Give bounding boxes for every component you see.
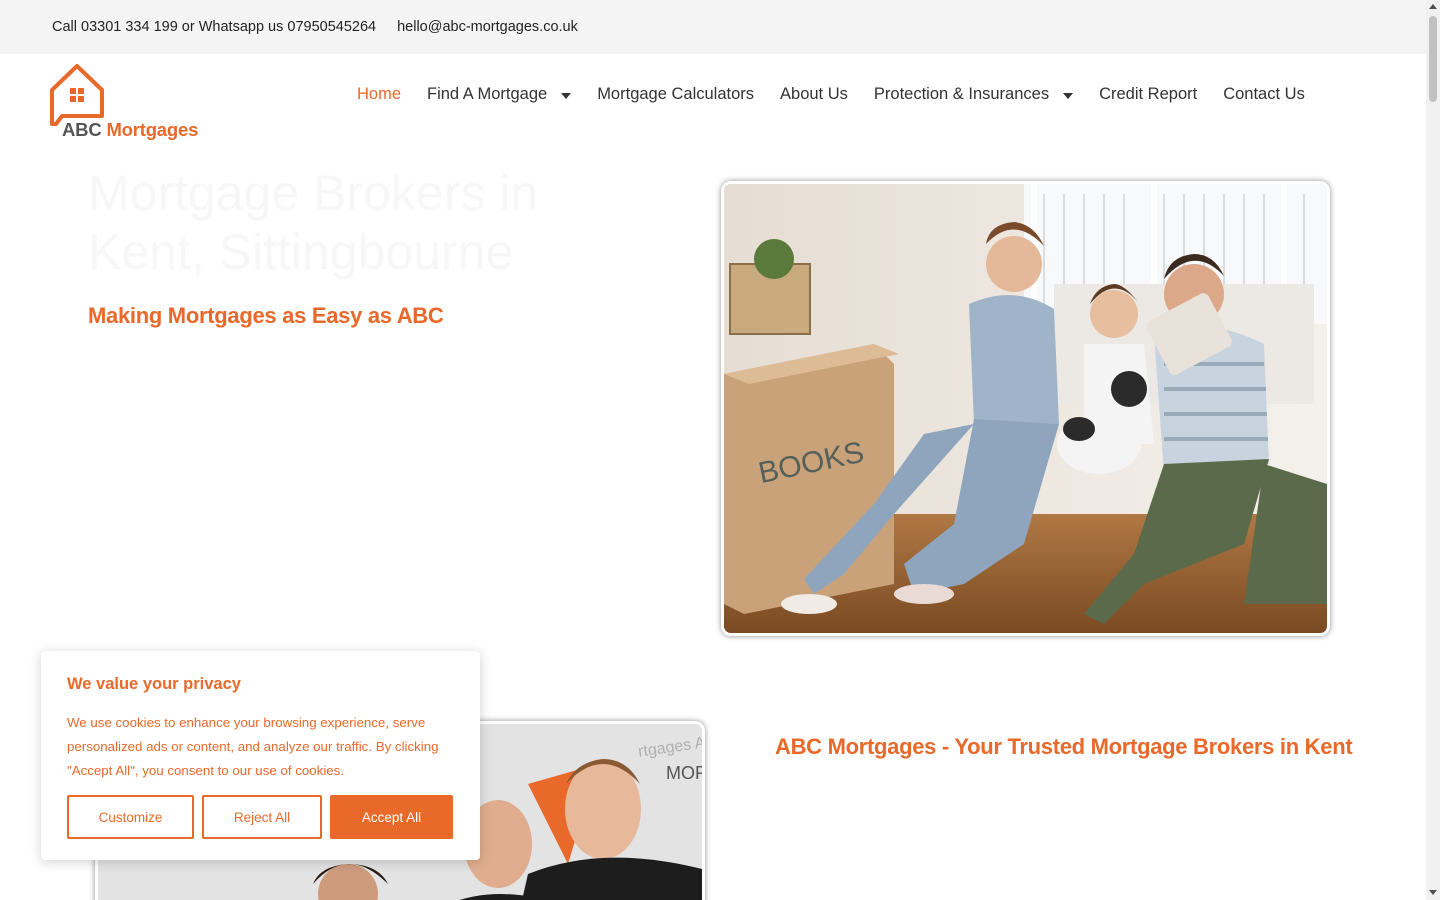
accept-all-button[interactable]: Accept All (330, 795, 453, 839)
nav-item-about-us[interactable]: About Us (780, 85, 848, 104)
scroll-down-arrow-icon[interactable] (1429, 890, 1437, 895)
phone-contact[interactable]: Call 03301 334 199 or Whatsapp us 079505… (52, 19, 376, 35)
cookie-description: We use cookies to enhance your browsing … (67, 715, 439, 778)
nav-item-label: Home (357, 85, 402, 103)
customize-button[interactable]: Customize (67, 795, 194, 839)
scrollbar-thumb[interactable] (1429, 16, 1437, 102)
family-photo-illustration: BOOKS (724, 184, 1327, 633)
cookie-buttons: Customize Reject All Accept All (67, 795, 453, 839)
nav-item-home[interactable]: Home (357, 85, 401, 104)
nav-item-contact-us[interactable]: Contact Us (1223, 85, 1305, 104)
nav-item-label: About Us (780, 85, 848, 103)
reject-all-button[interactable]: Reject All (202, 795, 322, 839)
nav-item-protection-insurances[interactable]: Protection & Insurances (873, 85, 1074, 104)
nav-item-label: Mortgage Calculators (597, 85, 755, 103)
house-logo-icon (50, 64, 104, 126)
logo-abc: ABC (62, 119, 102, 140)
hero-subtitle: Making Mortgages as Easy as ABC (88, 303, 444, 328)
caret-down-icon[interactable] (561, 92, 572, 99)
hero-title: Mortgage Brokers in Kent, Sittingbourne (88, 165, 539, 280)
site-logo[interactable]: ABC Mortgages (48, 60, 208, 140)
caret-down-icon[interactable] (1063, 92, 1074, 99)
nav-item-label: Protection & Insurances (873, 85, 1050, 103)
cookie-title: We value your privacy (67, 675, 241, 693)
nav-item-find-a-mortgage[interactable]: Find A Mortgage (427, 85, 572, 104)
section-title-trusted-brokers: ABC Mortgages - Your Trusted Mortgage Br… (775, 734, 1353, 759)
nav-item-label: Find A Mortgage (427, 85, 548, 103)
site-header: ABC Mortgages Home Find A Mortgage Mortgag… (0, 54, 1426, 154)
nav-item-mortgage-calculators[interactable]: Mortgage Calculators (597, 85, 754, 104)
top-contact-bar: Call 03301 334 199 or Whatsapp us 079505… (0, 0, 1426, 54)
main-nav: Home Find A Mortgage Mortgage Calculators A… (357, 85, 1305, 104)
page-scrollbar[interactable] (1426, 0, 1440, 900)
scroll-up-arrow-icon[interactable] (1429, 4, 1437, 9)
nav-item-credit-report[interactable]: Credit Report (1099, 85, 1197, 104)
email-link[interactable]: hello@abc-mortgages.co.uk (397, 19, 578, 35)
team-banner-text-2: MORTGA (666, 763, 702, 783)
family-moving-photo: BOOKS (721, 181, 1330, 636)
cookie-consent-banner: We value your privacy We use cookies to … (41, 651, 480, 860)
logo-mortgages: Mortgages (106, 119, 199, 140)
nav-item-label: Credit Report (1099, 85, 1198, 103)
nav-item-label: Contact Us (1223, 85, 1305, 103)
logo-wordmark: ABC Mortgages (62, 119, 198, 141)
